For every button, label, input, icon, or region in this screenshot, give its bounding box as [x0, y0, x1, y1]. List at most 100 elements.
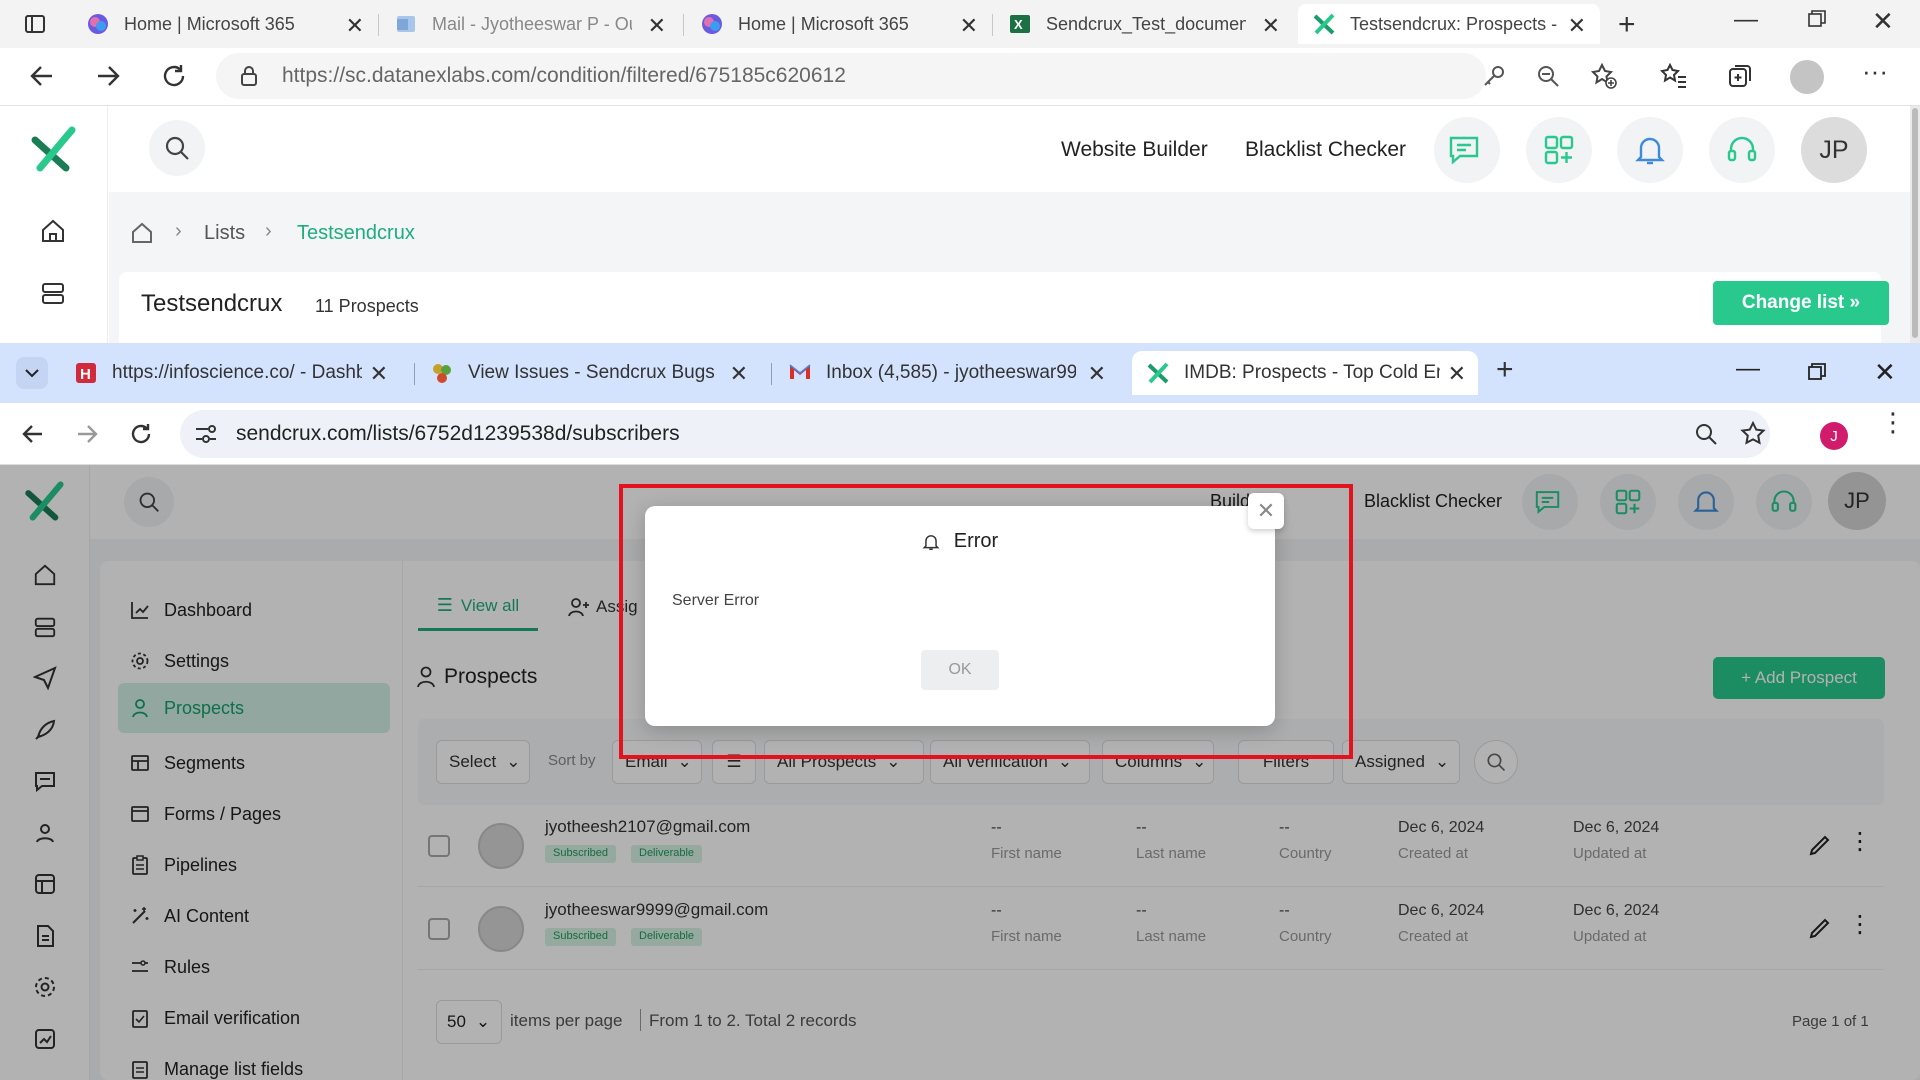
- forward-icon[interactable]: [74, 421, 100, 447]
- collections-icon[interactable]: [1726, 62, 1754, 90]
- tab-title: Home | Microsoft 365: [124, 13, 295, 34]
- list-header-card: Testsendcrux 11 Prospects Change list »: [119, 272, 1889, 343]
- prospect-count: 11 Prospects: [315, 296, 419, 316]
- site-settings-icon[interactable]: [194, 423, 218, 445]
- tab-title: Sendcrux_Test_document: [1046, 13, 1246, 34]
- edge-tab-5-active[interactable]: Testsendcrux: Prospects - ✕: [1298, 4, 1600, 44]
- tab-title: IMDB: Prospects - Top Cold Ema: [1184, 362, 1440, 383]
- svg-text:H: H: [80, 366, 91, 383]
- breadcrumb-separator: ›: [175, 220, 182, 242]
- tab-title: Mail - Jyotheeswar P - Out: [432, 13, 632, 34]
- profile-avatar[interactable]: J: [1820, 422, 1848, 450]
- new-tab-icon[interactable]: +: [1618, 8, 1636, 42]
- breadcrumb-lists[interactable]: Lists: [204, 222, 245, 245]
- chrome-tab-4-active[interactable]: IMDB: Prospects - Top Cold Ema ✕: [1132, 351, 1478, 395]
- website-builder-link[interactable]: Website Builder: [1061, 138, 1208, 162]
- blacklist-checker-link[interactable]: Blacklist Checker: [1245, 138, 1406, 162]
- back-icon[interactable]: [28, 62, 56, 90]
- svg-text:X: X: [1014, 17, 1023, 32]
- tab-title: Home | Microsoft 365: [738, 13, 909, 34]
- more-options-icon[interactable]: ⋮: [1880, 409, 1906, 435]
- breadcrumb-current: Testsendcrux: [297, 222, 415, 244]
- tab-close-icon[interactable]: ✕: [1262, 13, 1280, 39]
- edge-tab-3[interactable]: Home | Microsoft 365 ✕: [686, 4, 992, 44]
- tab-close-icon[interactable]: ✕: [1448, 361, 1466, 387]
- chrome-url-field[interactable]: sendcrux.com/lists/6752d1239538d/subscri…: [180, 410, 1770, 458]
- sendcrux-logo[interactable]: [30, 126, 76, 172]
- tab-close-icon[interactable]: ✕: [648, 13, 666, 39]
- edge-window: Home | Microsoft 365 ✕ Mail - Jyotheeswa…: [0, 0, 1920, 343]
- edge-url-field[interactable]: https://sc.datanexlabs.com/condition/fil…: [216, 53, 1486, 99]
- edge-sidebar: [0, 106, 108, 343]
- support-headset-icon[interactable]: [1709, 117, 1775, 183]
- url-path: /condition/filtered/675185c620612: [530, 64, 846, 87]
- chat-icon[interactable]: [1434, 117, 1500, 183]
- tab-close-icon[interactable]: ✕: [1568, 13, 1586, 39]
- chrome-tab-2[interactable]: View Issues - Sendcrux Bugs Tra ✕: [416, 351, 760, 395]
- sendcrux-logo-icon: [1146, 361, 1170, 385]
- refresh-icon[interactable]: [160, 62, 188, 90]
- breadcrumb-home-icon[interactable]: [131, 222, 153, 244]
- user-avatar[interactable]: JP: [1801, 117, 1867, 183]
- favorites-icon[interactable]: [1660, 62, 1688, 90]
- bug-tracker-favicon: [430, 361, 454, 385]
- gmail-icon: [788, 361, 812, 385]
- tab-close-icon[interactable]: ✕: [1088, 361, 1106, 387]
- lock-icon[interactable]: [240, 65, 258, 87]
- tab-close-icon[interactable]: ✕: [960, 13, 978, 39]
- change-list-button[interactable]: Change list »: [1713, 281, 1889, 325]
- home-icon[interactable]: [40, 218, 66, 244]
- search-icon[interactable]: [149, 120, 205, 176]
- restore-icon[interactable]: [1808, 363, 1826, 381]
- edge-tab-4[interactable]: X Sendcrux_Test_document ✕: [994, 4, 1294, 44]
- forward-icon[interactable]: [94, 62, 122, 90]
- new-tab-icon[interactable]: +: [1496, 353, 1514, 387]
- edge-tab-bar: Home | Microsoft 365 ✕ Mail - Jyotheeswa…: [0, 0, 1920, 48]
- tab-actions-icon[interactable]: [24, 13, 46, 35]
- close-window-icon[interactable]: ✕: [1872, 6, 1894, 37]
- more-options-icon[interactable]: ···: [1862, 56, 1888, 87]
- add-favorite-icon[interactable]: [1590, 62, 1618, 90]
- infoscience-favicon: H: [74, 361, 98, 385]
- close-window-icon[interactable]: ✕: [1874, 357, 1896, 388]
- key-icon[interactable]: [1482, 64, 1506, 88]
- tab-title: https://infoscience.co/ - Dashbo: [112, 362, 362, 383]
- change-list-label: Change list: [1741, 292, 1845, 313]
- tab-close-icon[interactable]: ✕: [730, 361, 748, 387]
- minimize-icon[interactable]: —: [1734, 6, 1758, 34]
- edge-tab-1[interactable]: Home | Microsoft 365 ✕: [72, 4, 378, 44]
- edge-content-area: › Lists › Testsendcrux Testsendcrux 11 P…: [109, 192, 1920, 343]
- chrome-tab-3[interactable]: Inbox (4,585) - jyotheeswar9999 ✕: [774, 351, 1118, 395]
- edge-address-bar: https://sc.datanexlabs.com/condition/fil…: [0, 48, 1920, 106]
- restore-icon[interactable]: [1808, 10, 1826, 28]
- chrome-address-bar: sendcrux.com/lists/6752d1239538d/subscri…: [0, 403, 1920, 465]
- edge-tab-2[interactable]: Mail - Jyotheeswar P - Out ✕: [380, 4, 680, 44]
- zoom-out-icon[interactable]: [1536, 64, 1560, 88]
- bookmark-star-icon[interactable]: [1740, 421, 1766, 447]
- list-title: Testsendcrux: [141, 290, 283, 317]
- refresh-icon[interactable]: [128, 421, 154, 447]
- profile-avatar[interactable]: [1790, 60, 1824, 94]
- apps-grid-icon[interactable]: [1526, 117, 1592, 183]
- chrome-tab-bar: H https://infoscience.co/ - Dashbo ✕ Vie…: [0, 343, 1920, 403]
- tab-title: Testsendcrux: Prospects -: [1350, 13, 1558, 34]
- outlook-icon: [394, 12, 418, 36]
- sendcrux-logo-icon: [1312, 12, 1336, 36]
- url-text: sendcrux.com/lists/6752d1239538d/subscri…: [236, 422, 680, 445]
- tab-close-icon[interactable]: ✕: [346, 13, 364, 39]
- back-icon[interactable]: [20, 421, 46, 447]
- tab-close-icon[interactable]: ✕: [370, 361, 388, 387]
- tab-title: View Issues - Sendcrux Bugs Tra: [468, 362, 718, 383]
- tab-search-icon[interactable]: [16, 357, 48, 389]
- breadcrumb-separator: ›: [265, 220, 272, 242]
- excel-icon: X: [1008, 12, 1032, 36]
- microsoft365-icon: [700, 12, 724, 36]
- chrome-tab-1[interactable]: H https://infoscience.co/ - Dashbo ✕: [60, 351, 400, 395]
- tab-title: Inbox (4,585) - jyotheeswar9999: [826, 362, 1076, 383]
- zoom-icon[interactable]: [1694, 422, 1718, 446]
- lists-icon[interactable]: [40, 280, 66, 306]
- minimize-icon[interactable]: —: [1736, 355, 1760, 383]
- bell-icon[interactable]: [1617, 117, 1683, 183]
- url-domain: https://sc.datanexlabs.com: [282, 64, 531, 87]
- edge-scrollbar[interactable]: [1910, 106, 1920, 343]
